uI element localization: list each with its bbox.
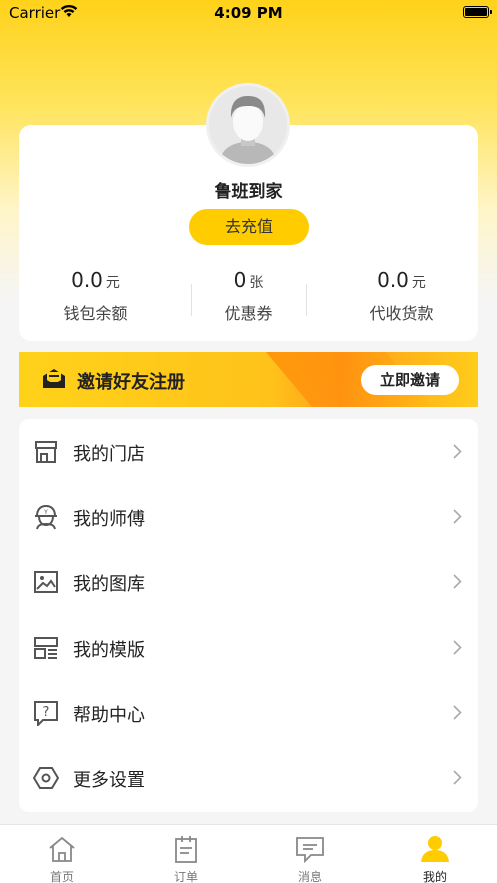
default-avatar-icon (209, 86, 287, 164)
mail-icon (43, 369, 65, 388)
tab-label: 我的 (422, 870, 447, 883)
username: 鲁班到家 (214, 182, 283, 202)
menu-item-label: 我的模版 (73, 640, 145, 661)
menu-item-my-workers[interactable]: Y 我的师傅 (19, 484, 478, 549)
clock: 4:09 PM (214, 4, 283, 22)
store-icon (35, 441, 57, 463)
chevron-right-icon (453, 444, 462, 459)
menu-item-label: 帮助中心 (73, 705, 145, 726)
tab-profile[interactable]: 我的 (373, 825, 497, 883)
tab-label: 首页 (49, 870, 74, 883)
avatar[interactable] (206, 83, 290, 167)
stat-value: 0.0 (71, 268, 103, 292)
menu-item-my-templates[interactable]: 我的模版 (19, 615, 478, 680)
stat-unit: 元 (411, 275, 426, 291)
tab-bar: 首页 订单 消息 我的 (0, 824, 497, 883)
stat-label: 代收货款 (369, 304, 434, 323)
template-icon (34, 637, 58, 659)
svg-text:?: ? (43, 705, 50, 720)
tab-label: 订单 (173, 870, 198, 883)
divider (306, 284, 307, 316)
help-icon: ? (34, 701, 58, 726)
stat-cod-payments[interactable]: 0.0 元 代收货款 (325, 268, 478, 324)
menu-item-label: 我的师傅 (73, 509, 145, 530)
stat-unit: 张 (249, 275, 264, 291)
image-icon (34, 571, 58, 593)
stat-unit: 元 (105, 275, 120, 291)
chevron-right-icon (453, 509, 462, 524)
recharge-button[interactable]: 去充值 (189, 209, 309, 245)
stat-wallet-balance[interactable]: 0.0 元 钱包余额 (19, 268, 172, 324)
menu-item-my-gallery[interactable]: 我的图库 (19, 549, 478, 614)
menu-item-my-store[interactable]: 我的门店 (19, 419, 478, 484)
worker-icon: Y (35, 504, 57, 530)
chevron-right-icon (453, 574, 462, 589)
stat-label: 优惠券 (224, 304, 273, 323)
home-icon (49, 836, 75, 862)
tab-messages[interactable]: 消息 (248, 825, 372, 883)
tab-label: 消息 (297, 870, 322, 883)
status-bar: Carrier 4:09 PM (0, 0, 497, 26)
tab-home[interactable]: 首页 (0, 825, 124, 883)
svg-text:Y: Y (43, 509, 48, 516)
chevron-right-icon (453, 640, 462, 655)
invite-now-button[interactable]: 立即邀请 (361, 365, 459, 395)
menu-item-help-center[interactable]: ? 帮助中心 (19, 680, 478, 745)
settings-icon (33, 767, 59, 789)
stat-value: 0 (233, 268, 247, 292)
menu-item-label: 更多设置 (73, 770, 145, 791)
menu-list: 我的门店 Y 我的师傅 我的图库 我的模版 ? 帮助中心 更多设置 (19, 419, 478, 812)
invite-text: 邀请好友注册 (77, 372, 185, 393)
battery-icon (463, 6, 492, 18)
stat-coupons[interactable]: 0张 优惠券 (172, 268, 325, 324)
stat-value: 0.0 (377, 268, 409, 292)
tab-orders[interactable]: 订单 (124, 825, 248, 883)
order-icon (175, 836, 197, 863)
menu-item-more-settings[interactable]: 更多设置 (19, 745, 478, 810)
chevron-right-icon (453, 705, 462, 720)
menu-item-label: 我的门店 (73, 444, 145, 465)
chevron-right-icon (453, 770, 462, 785)
profile-icon (421, 836, 449, 862)
invite-banner[interactable]: 邀请好友注册 立即邀请 (19, 352, 478, 407)
stat-label: 钱包余额 (63, 304, 128, 323)
menu-item-label: 我的图库 (73, 574, 145, 595)
message-icon (296, 837, 324, 863)
stats-row: 0.0 元 钱包余额 0张 优惠券 0.0 元 代收货款 (19, 268, 478, 328)
